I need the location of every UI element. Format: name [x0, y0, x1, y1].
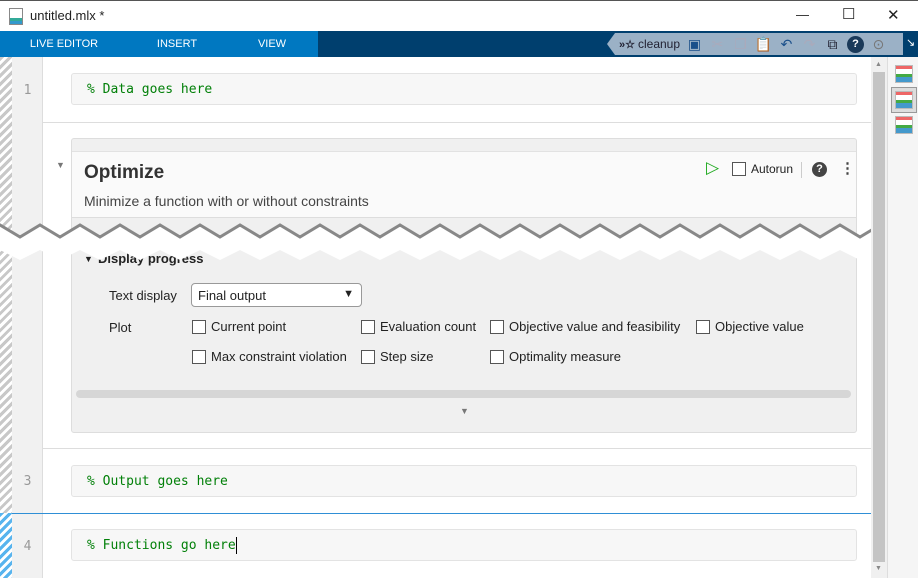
plot-label: Plot [109, 320, 132, 335]
dropdown-icon[interactable]: ⊙ [870, 36, 887, 53]
quick-access-toolbar: »☆ cleanup ▣ ✂ ❐ 📋 ↶ ↷ ⧉ ? ⊙ [607, 33, 903, 55]
cut-icon[interactable]: ✂ [709, 36, 726, 53]
expand-toolstrip-icon[interactable]: ↘ [906, 36, 915, 49]
output-right-icon[interactable] [895, 65, 913, 83]
section-break [43, 448, 871, 449]
active-section-bar [0, 513, 12, 578]
maximize-button[interactable]: ☐ [842, 5, 855, 23]
code-line[interactable]: % Functions go here [71, 529, 857, 561]
paste-icon[interactable]: 📋 [755, 36, 772, 53]
windows-icon[interactable]: ⧉ [824, 36, 841, 53]
autorun-checkbox[interactable]: Autorun [732, 162, 793, 176]
optimize-task: Optimize Minimize a function with or wit… [71, 138, 857, 433]
optimality-measure-checkbox[interactable]: Optimality measure [490, 349, 621, 364]
horizontal-scrollbar[interactable] [76, 390, 851, 398]
view-mode-panel [887, 57, 918, 578]
scroll-up-icon[interactable]: ▲ [875, 61, 882, 68]
hide-code-icon[interactable] [895, 116, 913, 134]
section-break [43, 122, 871, 123]
line-number: 1 [23, 83, 32, 98]
text-cursor [235, 537, 237, 554]
current-point-checkbox[interactable]: Current point [192, 319, 286, 334]
collapse-arrow-icon[interactable]: ▼ [56, 160, 65, 170]
scroll-down-icon[interactable]: ▼ [875, 565, 882, 572]
tab-live-editor[interactable]: LIVE EDITOR [0, 31, 128, 57]
divider [801, 162, 802, 178]
dropdown-arrow-icon: ▼ [343, 288, 354, 300]
line-number-gutter [12, 57, 43, 578]
copy-icon[interactable]: ❐ [732, 36, 749, 53]
ribbon: LIVE EDITOR INSERT VIEW »☆ cleanup ▣ ✂ ❐ … [0, 31, 918, 57]
more-options-icon[interactable]: ⋮ [840, 159, 855, 177]
redo-icon[interactable]: ↷ [801, 36, 818, 53]
code-line[interactable]: % Output goes here [71, 465, 857, 497]
evaluation-count-checkbox[interactable]: Evaluation count [361, 319, 476, 334]
objective-value-checkbox[interactable]: Objective value [696, 319, 804, 334]
undo-icon[interactable]: ↶ [778, 36, 795, 53]
line-number: 3 [23, 474, 32, 489]
line-number: 4 [23, 539, 32, 554]
active-section-border [12, 513, 871, 514]
minimize-button[interactable]: — [796, 7, 809, 22]
max-constraint-violation-checkbox[interactable]: Max constraint violation [192, 349, 347, 364]
title-bar: untitled.mlx * — ☐ ✕ [0, 0, 918, 31]
torn-edge [0, 223, 918, 260]
help-icon[interactable]: ? [812, 162, 827, 177]
output-inline-icon[interactable] [895, 91, 913, 109]
cleanup-button[interactable]: »☆ cleanup [619, 37, 680, 51]
tab-insert[interactable]: INSERT [128, 31, 226, 57]
tab-view[interactable]: VIEW [226, 31, 318, 57]
objective-value-feasibility-checkbox[interactable]: Objective value and feasibility [490, 319, 680, 334]
step-size-checkbox[interactable]: Step size [361, 349, 433, 364]
close-button[interactable]: ✕ [887, 6, 900, 24]
text-display-dropdown[interactable]: Final output ▼ [191, 283, 362, 307]
section-bar [0, 57, 12, 578]
run-icon[interactable]: ▷ [706, 158, 719, 178]
task-header: Optimize Minimize a function with or wit… [72, 151, 856, 218]
scrollbar-thumb[interactable] [873, 72, 885, 562]
cleanup-icon: »☆ [619, 38, 635, 51]
help-icon[interactable]: ? [847, 35, 865, 53]
vertical-scrollbar[interactable]: ▲ ▼ [871, 57, 887, 578]
task-subtitle: Minimize a function with or without cons… [84, 193, 369, 209]
window-title: untitled.mlx * [30, 8, 105, 23]
task-title: Optimize [84, 162, 165, 183]
save-icon[interactable]: ▣ [686, 36, 703, 53]
torn-edge-shadow [0, 223, 918, 239]
expand-task-arrow-icon[interactable]: ▼ [460, 406, 469, 416]
text-display-label: Text display [109, 288, 177, 303]
code-line[interactable]: % Data goes here [71, 73, 857, 105]
live-script-icon [9, 8, 23, 25]
